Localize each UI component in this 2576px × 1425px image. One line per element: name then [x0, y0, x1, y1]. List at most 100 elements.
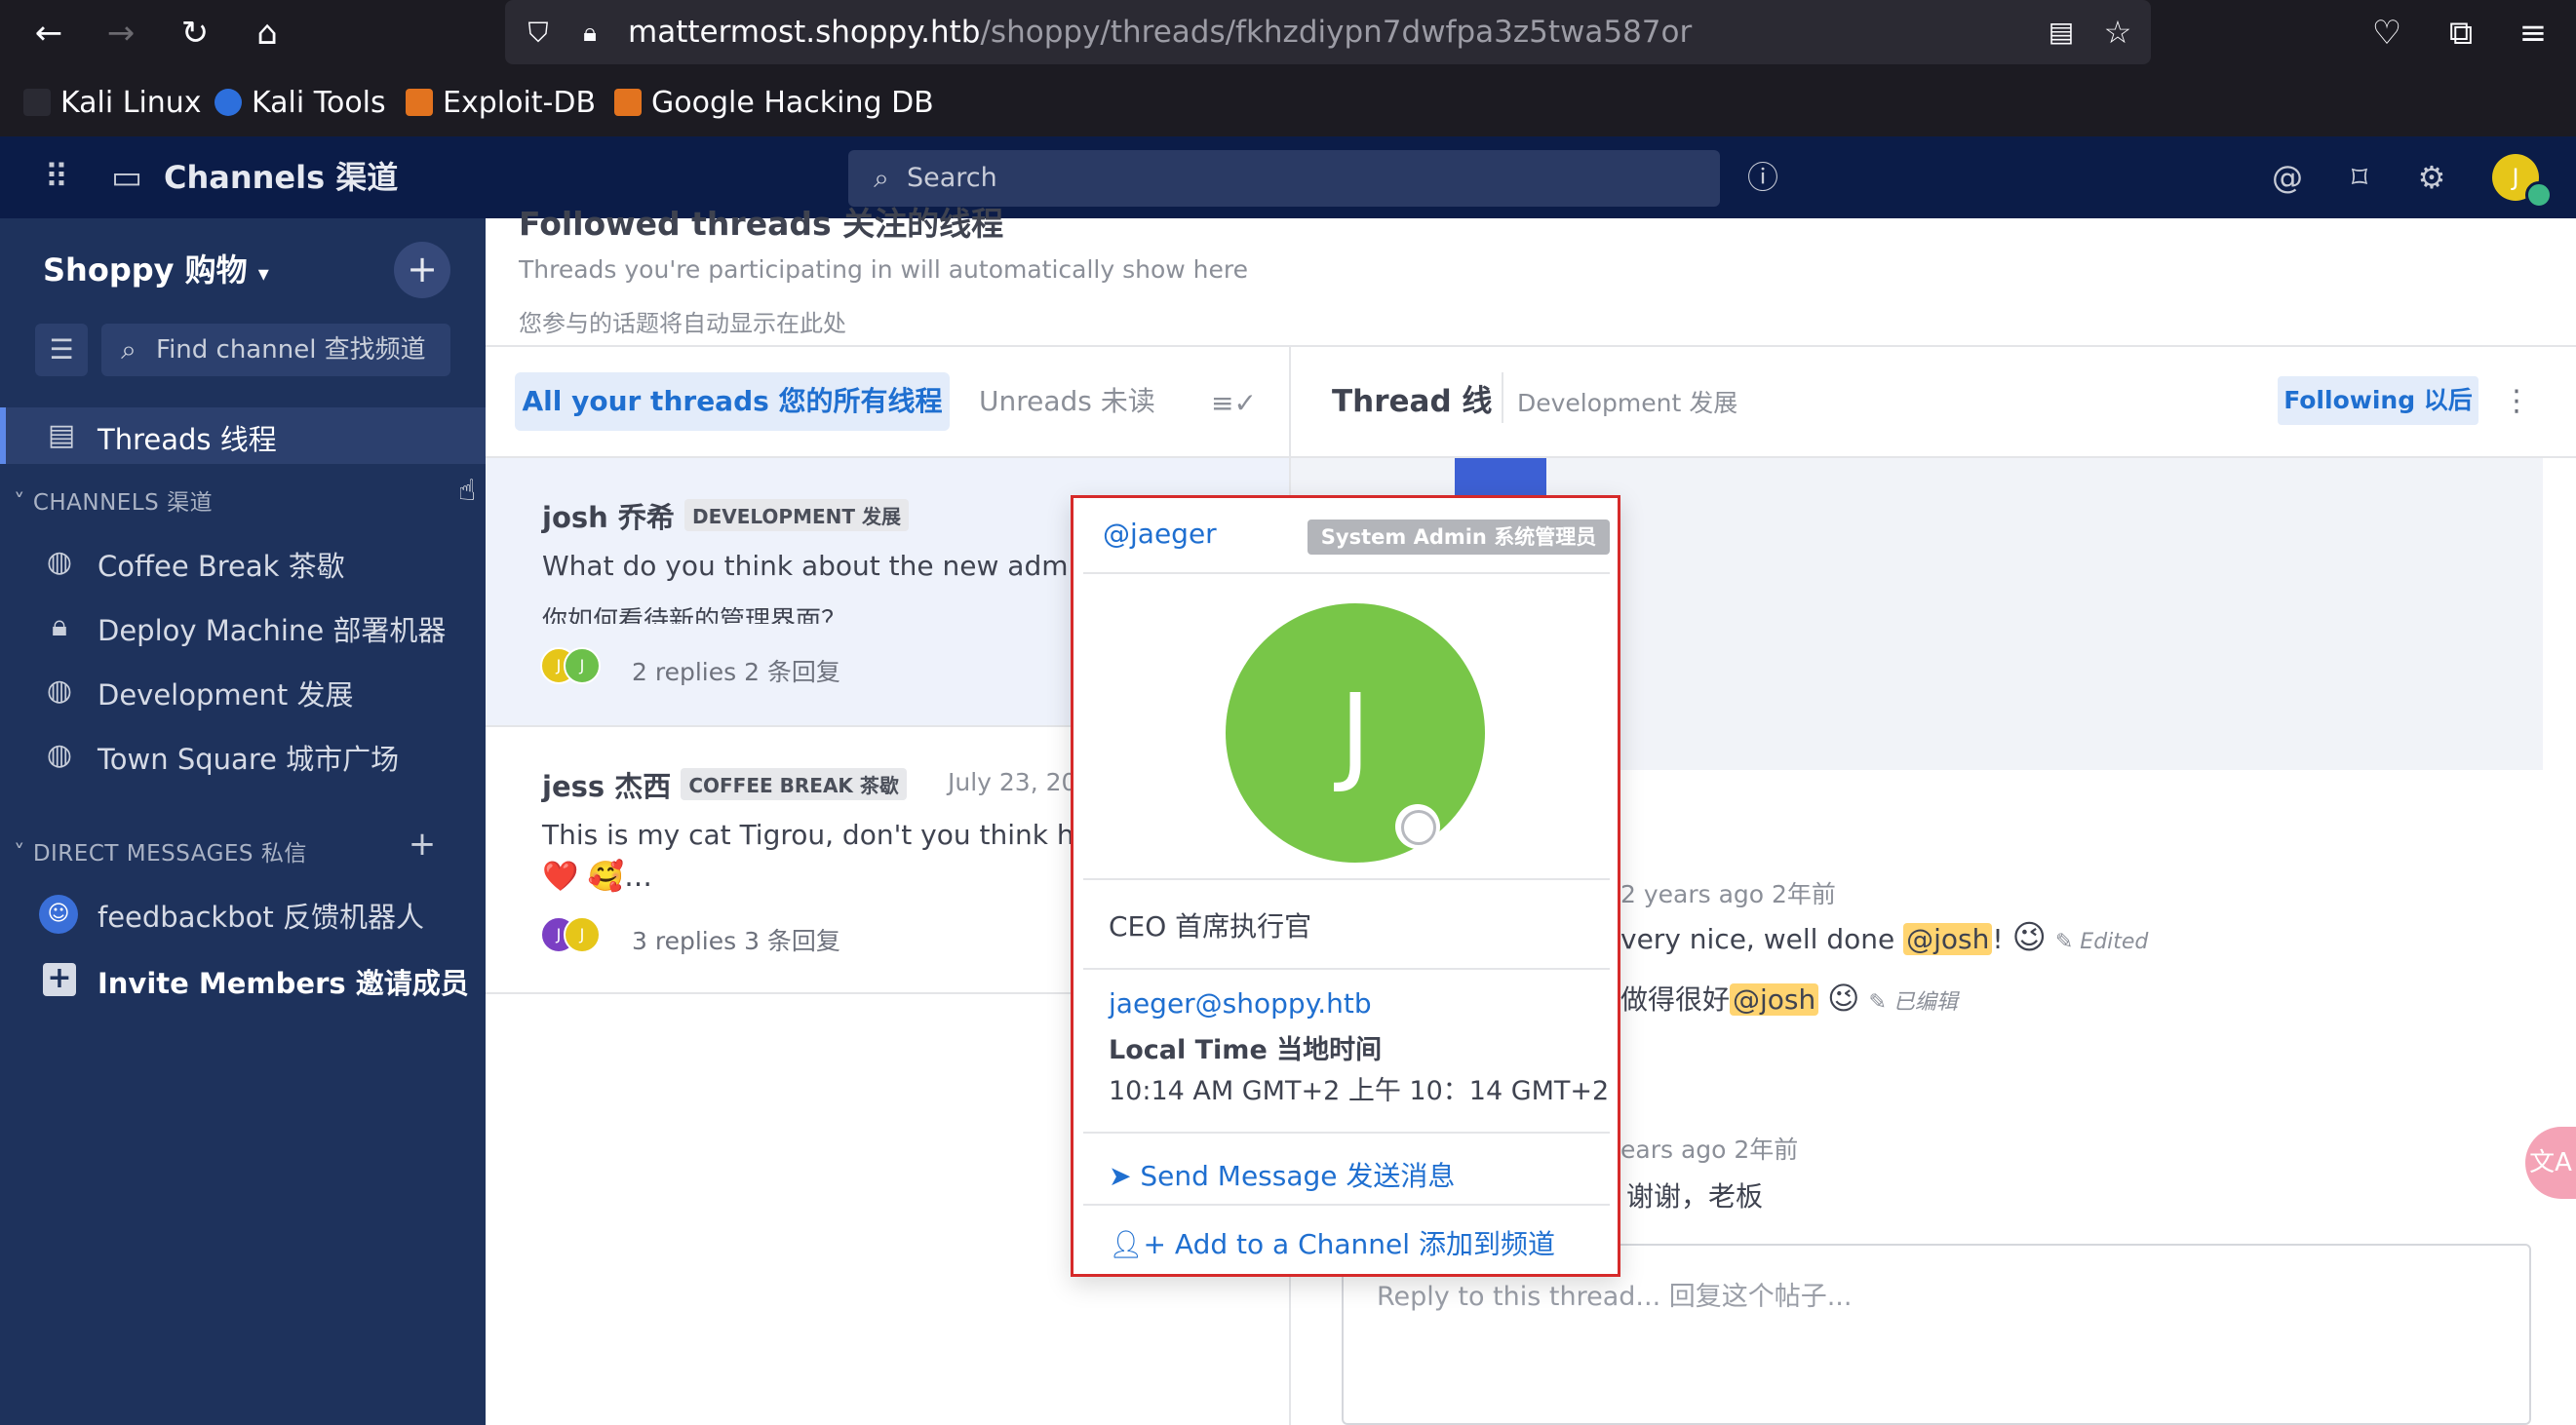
tab-all-threads[interactable]: All your threads 您的所有线程 [515, 372, 950, 431]
lock-icon[interactable]: 🔒︎ [573, 16, 606, 51]
divider [1502, 372, 1503, 423]
reload-icon[interactable]: ↻ [172, 10, 218, 57]
kali-tools-icon [215, 89, 242, 116]
reply-count[interactable]: 2 replies 2 条回复 [632, 653, 840, 688]
post-time[interactable]: ears ago 2年前 [1620, 1131, 1798, 1166]
status-ring [1395, 804, 1440, 849]
thread-preview-line2: 你如何看待新的管理界面？ [542, 606, 847, 624]
exploit-db-icon [406, 89, 433, 116]
bot-avatar-icon: ☺ [39, 895, 78, 934]
bookmark-kali-linux[interactable]: Kali Linux [23, 82, 202, 125]
invite-plus-icon: + [43, 963, 76, 996]
threads-icon: ▤ [47, 418, 76, 452]
page-subtitle-zh: 您参与的话题将自动显示在此处 [519, 310, 846, 337]
search-icon: ⌕ [874, 162, 889, 194]
divider [486, 345, 2576, 347]
active-indicator [0, 407, 6, 464]
local-time-label: Local Time 当地时间 [1109, 1035, 1383, 1065]
thread-panel-channel[interactable]: Development 发展 [1517, 384, 1737, 419]
direct-messages-section-header[interactable]: ˅ DIRECT MESSAGES 私信 [14, 834, 307, 867]
channels-section-header[interactable]: ˅ CHANNELS 渠道 [14, 483, 213, 517]
mark-all-read-icon[interactable]: ≡✓ [1211, 384, 1257, 423]
pocket-icon[interactable]: ♡ [2363, 10, 2410, 57]
thread-panel-title: Thread 线 [1332, 384, 1493, 419]
find-channel-label: Find channel 查找频道 [156, 335, 426, 365]
url-bar[interactable]: ⛉ 🔒︎ mattermost.shoppy.htb/shoppy/thread… [505, 0, 2151, 64]
search-input[interactable]: ⌕ Search [848, 150, 1720, 207]
post-message: very nice, well done @josh! 😉 ✎ Edited [1620, 918, 2149, 957]
divider [1083, 1204, 1610, 1206]
extensions-icon[interactable]: ⧉ [2438, 10, 2484, 57]
url-text[interactable]: mattermost.shoppy.htb/shoppy/threads/fkh… [628, 0, 1692, 64]
chevron-down-icon: ▾ [257, 262, 269, 287]
channel-tag: COFFEE BREAK 茶歇 [681, 768, 907, 800]
team-name[interactable]: Shoppy 购物 ▾ [43, 246, 269, 294]
post-message-translated: 做得很好 @josh 😉 ✎ 已编辑 [1620, 980, 1958, 1017]
search-icon: ⌕ [121, 333, 137, 366]
add-dm-button[interactable]: + [406, 825, 439, 864]
forward-arrow-icon[interactable]: → [98, 10, 144, 57]
profile-popover: @jaeger System Admin 系统管理员 J CEO 首席执行官 j… [1071, 495, 1620, 1277]
filter-icon[interactable]: ☰ [35, 324, 88, 376]
app-title[interactable]: Channels 渠道 [164, 152, 398, 203]
role-badge: System Admin 系统管理员 [1308, 520, 1610, 555]
bookmark-star-icon[interactable]: ☆ [2098, 14, 2137, 51]
shield-icon[interactable]: ⛉ [521, 16, 556, 51]
invite-members-button[interactable]: Invite Members 邀请成员 [98, 961, 469, 1002]
popover-username[interactable]: @jaeger [1103, 518, 1217, 550]
divider [1083, 1132, 1610, 1134]
divider [1083, 878, 1610, 880]
online-status-icon [2525, 181, 2553, 209]
mention-highlight[interactable]: @josh [1903, 923, 1993, 955]
edited-indicator: ✎ 已编辑 [1868, 990, 1958, 1015]
sidebar-item-deploy-machine[interactable]: Deploy Machine 部署机器 [98, 608, 446, 649]
more-options-icon[interactable]: ⋮ [2502, 382, 2531, 421]
following-button[interactable]: Following 以后 [2278, 376, 2478, 425]
participant-avatar: J [564, 647, 601, 684]
product-switcher-grid-icon[interactable]: ⠿ [35, 156, 78, 199]
thread-author: jess 杰西 COFFEE BREAK 茶歇 [542, 764, 907, 805]
menu-icon[interactable]: ≡ [2510, 10, 2556, 57]
mention-highlight[interactable]: @josh [1730, 983, 1819, 1016]
kali-dragon-icon [23, 89, 51, 116]
divider [1083, 572, 1610, 574]
add-channel-button[interactable]: + [394, 242, 450, 298]
sidebar-item-development[interactable]: Development 发展 [98, 673, 353, 713]
reader-view-icon[interactable]: ▤ [2042, 14, 2081, 51]
send-message-button[interactable]: ➤ Send Message 发送消息 [1109, 1155, 1455, 1194]
offline-status-icon [1401, 810, 1436, 845]
bookmarks-bar [0, 66, 2576, 137]
lock-icon: 🔒︎ [52, 609, 67, 643]
image-attachment[interactable] [1455, 458, 1546, 497]
search-placeholder: Search [907, 163, 997, 193]
ghdb-icon [614, 89, 642, 116]
bookmark-google-hacking-db[interactable]: Google Hacking DB [614, 82, 934, 125]
home-icon[interactable]: ⌂ [244, 10, 291, 57]
back-arrow-icon[interactable]: ← [25, 10, 72, 57]
post-time[interactable]: 2 years ago 2年前 [1620, 875, 1836, 910]
tab-unreads[interactable]: Unreads 未读 [979, 372, 1155, 431]
paper-plane-icon: ➤ [1109, 1160, 1132, 1192]
sidebar-item-feedbackbot[interactable]: feedbackbot 反馈机器人 [98, 895, 424, 936]
saved-messages-icon[interactable]: ⌑ [2336, 154, 2383, 201]
reply-placeholder: Reply to this thread... 回复这个帖子... [1377, 1282, 1853, 1312]
thread-preview-line1: This is my cat Tigrou, don't you think h… [542, 819, 1113, 851]
sidebar-item-threads[interactable]: ▤ Threads 线程 [0, 407, 486, 464]
bookmark-exploit-db[interactable]: Exploit-DB [406, 82, 596, 125]
threads-label: Threads 线程 [98, 423, 277, 456]
settings-gear-icon[interactable]: ⚙ [2408, 154, 2455, 201]
divider [1083, 968, 1610, 970]
sidebar-item-town-square[interactable]: Town Square 城市广场 [98, 737, 399, 778]
page-title: Followed threads 关注的线程 [519, 205, 1004, 243]
find-channel-button[interactable]: ⌕ Find channel 查找频道 [101, 324, 450, 376]
globe-icon: ◍ [46, 545, 73, 579]
bookmark-kali-tools[interactable]: Kali Tools [215, 82, 386, 125]
add-to-channel-button[interactable]: 👤︎+ Add to a Channel 添加到频道 [1109, 1223, 1555, 1262]
sidebar-item-coffee-break[interactable]: Coffee Break 茶歇 [98, 544, 345, 585]
help-icon[interactable]: ⓘ [1739, 154, 1786, 201]
wink-emoji-icon: 😉 [2011, 918, 2047, 957]
popover-email[interactable]: jaeger@shoppy.htb [1109, 987, 1372, 1020]
add-user-icon: 👤︎+ [1109, 1228, 1167, 1260]
reply-count[interactable]: 3 replies 3 条回复 [632, 922, 840, 957]
recent-mentions-icon[interactable]: @ [2264, 154, 2311, 201]
